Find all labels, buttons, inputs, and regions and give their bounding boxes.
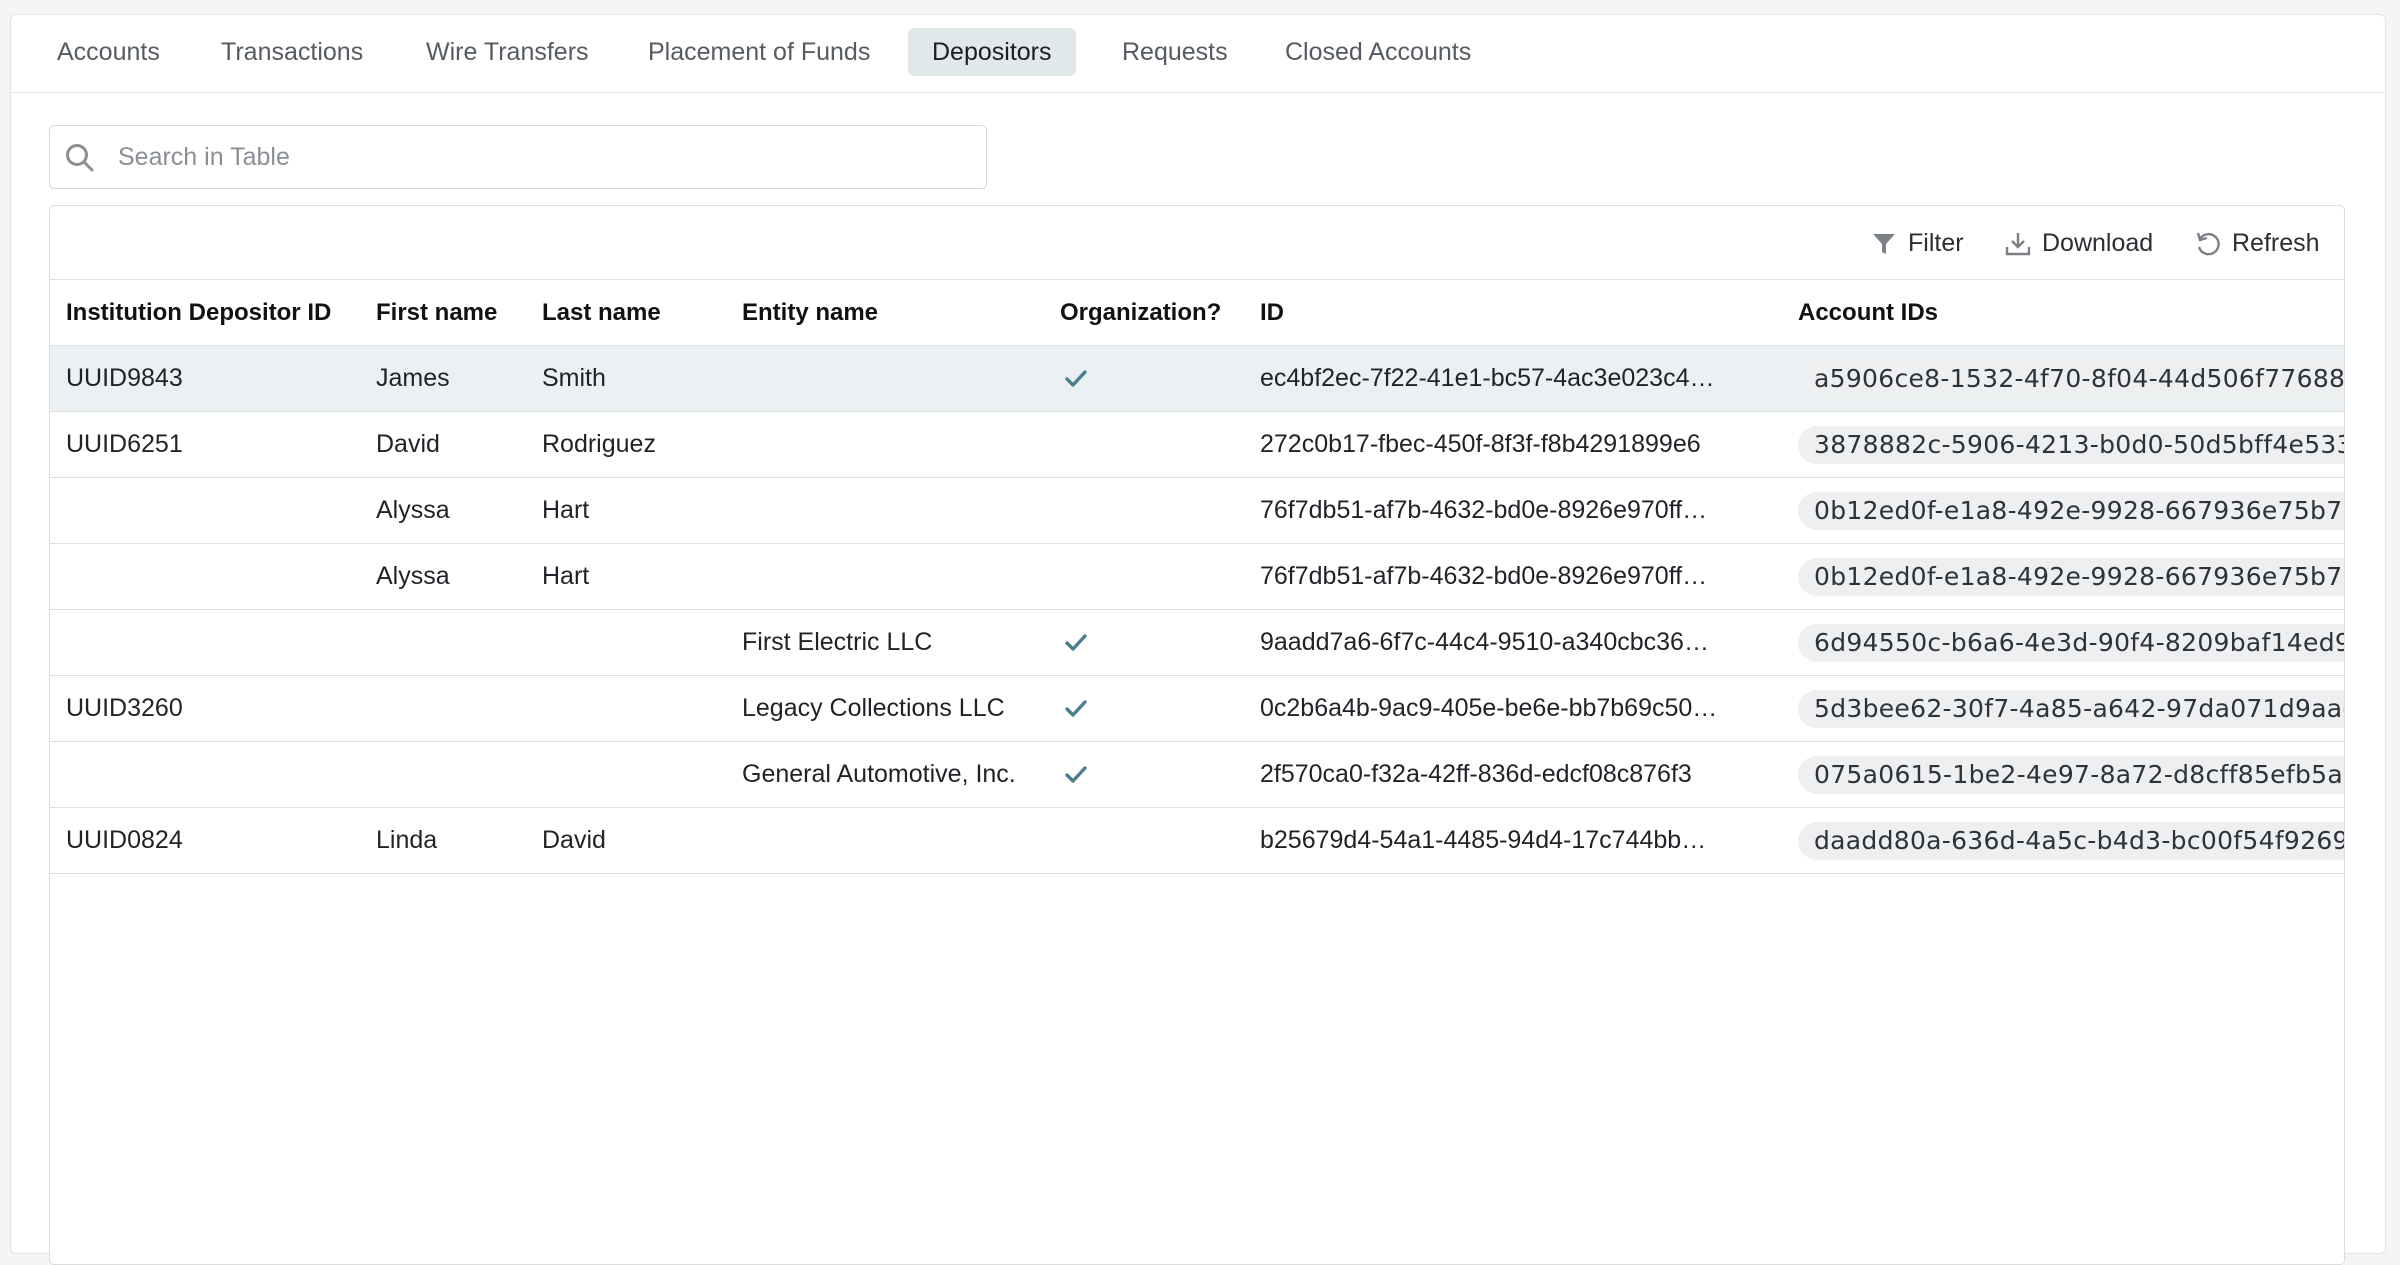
search-input[interactable] (118, 136, 968, 178)
refresh-label: Refresh (2232, 229, 2320, 257)
cell-id: 76f7db51-af7b-4632-bd0e-8926e970ff… (1260, 496, 1708, 524)
table-row[interactable]: UUID0824 Linda David b25679d4-54a1-4485-94d… (50, 808, 2344, 874)
cell-entity-name: Legacy Collections LLC (742, 694, 1005, 722)
cell-first-name: James (376, 364, 450, 392)
depositors-table: Filter Download Refresh Institution Depo… (49, 205, 2345, 1265)
account-id-tag[interactable]: daadd80a-636d-4a5c-b4d3-bc00f54f9269 (1798, 822, 2344, 860)
refresh-icon (2196, 232, 2220, 256)
cell-id: 272c0b17-fbec-450f-8f3f-f8b4291899e6 (1260, 430, 1701, 458)
account-id-tag[interactable]: 6d94550c-b6a6-4e3d-90f4-8209baf14ed9 (1798, 624, 2344, 662)
cell-depositor-id: UUID6251 (66, 430, 183, 458)
cell-last-name: David (542, 826, 606, 854)
filter-icon (1873, 234, 1895, 254)
table-row[interactable]: Alyssa Hart 76f7db51-af7b-4632-bd0e-8926e9… (50, 478, 2344, 544)
column-header-account-ids[interactable]: Account IDs (1798, 280, 1938, 346)
cell-depositor-id (66, 478, 356, 543)
cell-entity-name: First Electric LLC (742, 628, 933, 656)
filter-label: Filter (1908, 229, 1964, 257)
account-id-tag[interactable]: 5d3bee62-30f7-4a85-a642-97da071d9aac (1798, 690, 2344, 728)
account-id-tag[interactable]: 0b12ed0f-e1a8-492e-9928-667936e75b77 (1798, 492, 2344, 530)
cell-id: 0c2b6a4b-9ac9-405e-be6e-bb7b69c50… (1260, 694, 1718, 722)
tab-requests[interactable]: Requests (1098, 28, 1252, 76)
tab-bar: Accounts Transactions Wire Transfers Pla… (11, 15, 2385, 93)
column-header-id[interactable]: ID (1260, 280, 1284, 346)
tab-transactions[interactable]: Transactions (197, 28, 387, 76)
cell-id: 2f570ca0-f32a-42ff-836d-edcf08c876f3 (1260, 760, 1692, 788)
cell-last-name (542, 610, 727, 675)
filter-button[interactable]: Filter (1870, 226, 1980, 260)
cell-last-name: Hart (542, 496, 590, 524)
cell-last-name: Rodriguez (542, 430, 656, 458)
account-id-tag[interactable]: a5906ce8-1532-4f70-8f04-44d506f77688 (1798, 360, 2344, 398)
cell-last-name: Hart (542, 562, 590, 590)
tab-depositors[interactable]: Depositors (908, 28, 1076, 76)
check-icon (1065, 700, 1087, 717)
cell-depositor-id: UUID3260 (66, 694, 183, 722)
table-row[interactable]: First Electric LLC 9aadd7a6-6f7c-44c4-951… (50, 610, 2344, 676)
account-id-tag[interactable]: 3878882c-5906-4213-b0d0-50d5bff4e533 (1798, 426, 2344, 464)
cell-last-name (542, 676, 727, 741)
cell-entity-name (742, 808, 1047, 873)
table-row[interactable]: UUID6251 David Rodriguez 272c0b17-fbec-450f… (50, 412, 2344, 478)
tab-placement-of-funds[interactable]: Placement of Funds (624, 28, 894, 76)
cell-first-name: David (376, 430, 440, 458)
cell-entity-name (742, 544, 1047, 609)
cell-entity-name (742, 412, 1047, 477)
cell-entity-name (742, 478, 1047, 543)
cell-id: 9aadd7a6-6f7c-44c4-9510-a340cbc36… (1260, 628, 1709, 656)
download-label: Download (2042, 229, 2154, 257)
cell-depositor-id (66, 544, 356, 609)
check-icon (1065, 370, 1087, 387)
table-row[interactable]: UUID3260 Legacy Collections LLC 0c2b6a4b-9… (50, 676, 2344, 742)
cell-id: b25679d4-54a1-4485-94d4-17c744bb… (1260, 826, 1707, 854)
table-toolbar: Filter Download Refresh (50, 206, 2344, 280)
cell-entity-name (742, 346, 1047, 411)
account-id-tag[interactable]: 0b12ed0f-e1a8-492e-9928-667936e75b77 (1798, 558, 2344, 596)
table-row[interactable]: General Automotive, Inc. 2f570ca0-f32a-42… (50, 742, 2344, 808)
check-icon (1065, 766, 1087, 783)
table-row[interactable]: UUID9843 James Smith ec4bf2ec-7f22-41e1-bc5… (50, 346, 2344, 412)
cell-depositor-id (66, 742, 356, 807)
cell-id: 76f7db51-af7b-4632-bd0e-8926e970ff… (1260, 562, 1708, 590)
column-header-organization[interactable]: Organization? (1060, 280, 1221, 346)
cell-depositor-id: UUID0824 (66, 826, 183, 854)
download-icon (2005, 233, 2031, 256)
cell-depositor-id (66, 610, 356, 675)
cell-first-name: Alyssa (376, 496, 450, 524)
table-header: Institution Depositor ID First name Last… (50, 280, 2344, 346)
refresh-button[interactable]: Refresh (2194, 226, 2324, 260)
column-header-depositor-id[interactable]: Institution Depositor ID (66, 280, 331, 346)
tab-accounts[interactable]: Accounts (33, 28, 184, 76)
search-box (49, 125, 987, 189)
cell-first-name: Alyssa (376, 562, 450, 590)
column-header-first-name[interactable]: First name (376, 280, 497, 346)
cell-first-name: Linda (376, 826, 438, 854)
check-icon (1065, 634, 1087, 651)
tab-wire-transfers[interactable]: Wire Transfers (402, 28, 613, 76)
cell-depositor-id: UUID9843 (66, 364, 183, 392)
cell-last-name (542, 742, 727, 807)
column-header-last-name[interactable]: Last name (542, 280, 661, 346)
account-id-tag[interactable]: 075a0615-1be2-4e97-8a72-d8cff85efb5a (1798, 756, 2344, 794)
cell-last-name: Smith (542, 364, 606, 392)
search-icon (66, 144, 94, 172)
download-button[interactable]: Download (2004, 226, 2174, 260)
cell-first-name (376, 676, 526, 741)
cell-first-name (376, 610, 526, 675)
cell-id: ec4bf2ec-7f22-41e1-bc57-4ac3e023c4… (1260, 364, 1715, 392)
table-row[interactable]: Alyssa Hart 76f7db51-af7b-4632-bd0e-8926e9… (50, 544, 2344, 610)
cell-entity-name: General Automotive, Inc. (742, 760, 1016, 788)
column-header-entity-name[interactable]: Entity name (742, 280, 878, 346)
tab-closed-accounts[interactable]: Closed Accounts (1261, 28, 1495, 76)
depositors-panel: Accounts Transactions Wire Transfers Pla… (10, 14, 2386, 1265)
cell-first-name (376, 742, 526, 807)
